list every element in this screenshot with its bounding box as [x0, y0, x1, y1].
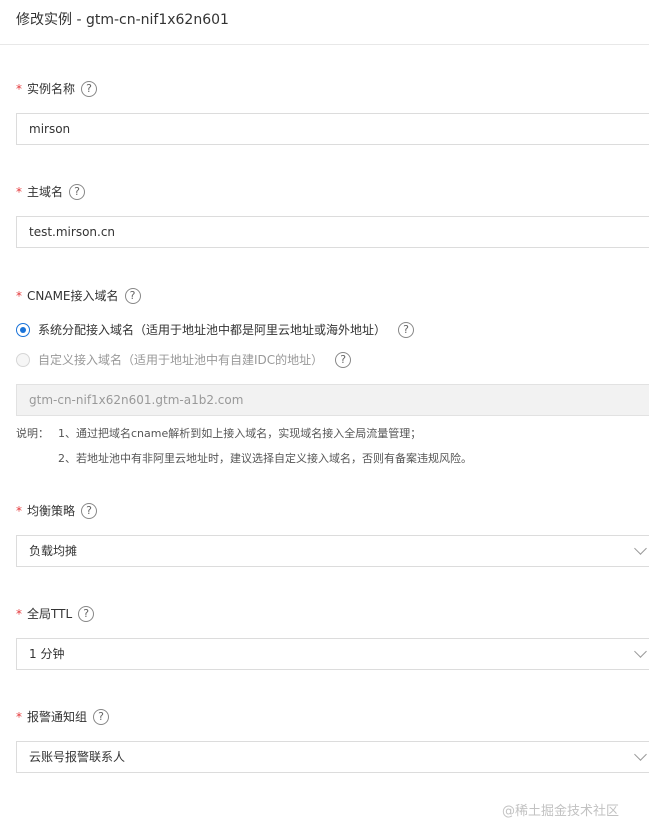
required-marker: * [16, 709, 22, 724]
alarm-label: 报警通知组 [27, 710, 88, 724]
alarm-value: 云账号报警联系人 [29, 750, 126, 764]
alarm-select[interactable]: 云账号报警联系人 [16, 741, 649, 773]
help-icon[interactable]: ? [78, 605, 95, 622]
chevron-down-icon [634, 748, 647, 761]
ttl-label-row: * 全局TTL ? [16, 605, 95, 622]
radio-custom-label: 自定义接入域名（适用于地址池中有自建IDC的地址） [38, 353, 324, 367]
chevron-down-icon [634, 542, 647, 555]
radio-custom[interactable]: 自定义接入域名（适用于地址池中有自建IDC的地址） ? [16, 351, 352, 368]
watermark: @稀土掘金技术社区 [502, 804, 620, 819]
help-icon[interactable]: ? [398, 321, 415, 338]
radio-unchecked-icon[interactable] [16, 352, 30, 367]
required-marker: * [16, 503, 22, 518]
help-icon[interactable]: ? [335, 351, 352, 368]
note-item: 2、若地址池中有非阿里云地址时，建议选择自定义接入域名，否则有备案违规风险。 [58, 452, 472, 465]
strategy-label-row: * 均衡策略 ? [16, 502, 98, 519]
note-prefix: 说明： [16, 427, 49, 440]
main-domain-label-row: * 主域名 ? [16, 183, 86, 200]
strategy-select[interactable]: 负载均摊 [16, 535, 649, 567]
help-icon[interactable]: ? [69, 183, 86, 200]
strategy-label: 均衡策略 [27, 504, 76, 518]
radio-system-assigned[interactable]: 系统分配接入域名（适用于地址池中都是阿里云地址或海外地址） ? [16, 321, 415, 338]
help-icon[interactable]: ? [81, 502, 98, 519]
help-icon[interactable]: ? [81, 80, 98, 97]
ttl-value: 1 分钟 [29, 647, 65, 661]
main-domain-input[interactable]: test.mirson.cn [16, 216, 649, 248]
cname-label: CNAME接入域名 [27, 289, 119, 303]
alarm-label-row: * 报警通知组 ? [16, 708, 110, 725]
note-item: 1、通过把域名cname解析到如上接入域名，实现域名接入全局流量管理； [58, 427, 422, 440]
instance-name-label-row: * 实例名称 ? [16, 80, 98, 97]
help-icon[interactable]: ? [93, 708, 110, 725]
radio-system-assigned-label: 系统分配接入域名（适用于地址池中都是阿里云地址或海外地址） [38, 323, 387, 337]
instance-name-input[interactable]: mirson [16, 113, 649, 145]
required-marker: * [16, 288, 22, 303]
cname-label-row: * CNAME接入域名 ? [16, 287, 141, 304]
required-marker: * [16, 184, 22, 199]
main-domain-label: 主域名 [27, 185, 64, 199]
help-icon[interactable]: ? [124, 287, 141, 304]
custom-cname-input[interactable]: gtm-cn-nif1x62n601.gtm-a1b2.com [16, 384, 649, 416]
dialog-header: 修改实例 - gtm-cn-nif1x62n601 [0, 0, 649, 45]
instance-name-label: 实例名称 [27, 82, 76, 96]
dialog-title: 修改实例 - gtm-cn-nif1x62n601 [16, 12, 229, 28]
chevron-down-icon [634, 645, 647, 658]
ttl-label: 全局TTL [27, 607, 73, 621]
required-marker: * [16, 81, 22, 96]
strategy-value: 负载均摊 [29, 544, 78, 558]
required-marker: * [16, 606, 22, 621]
ttl-select[interactable]: 1 分钟 [16, 638, 649, 670]
radio-checked-icon[interactable] [16, 322, 30, 337]
